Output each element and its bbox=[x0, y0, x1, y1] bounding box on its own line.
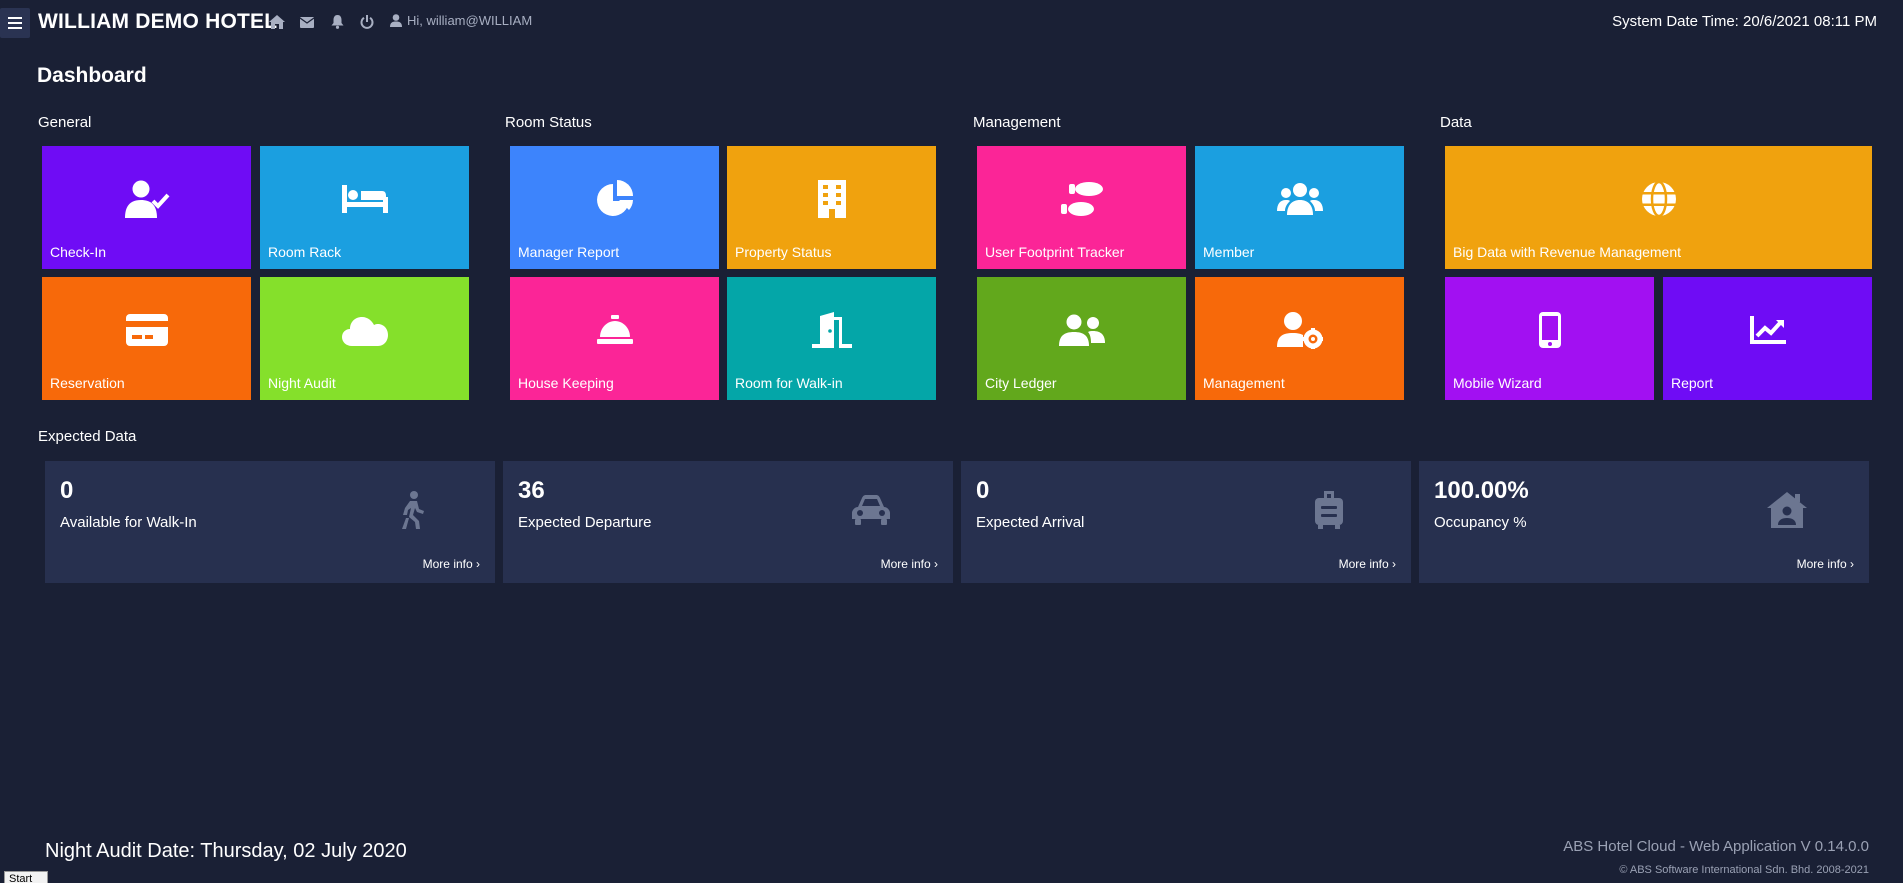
tile-label: Report bbox=[1671, 375, 1714, 391]
stat-label: Expected Arrival bbox=[976, 514, 1085, 531]
tile-label: Check-In bbox=[50, 244, 107, 260]
tile-house-keeping[interactable]: House Keeping bbox=[510, 277, 719, 400]
tile-label: Property Status bbox=[735, 244, 832, 260]
more-info-link[interactable]: More info › bbox=[423, 557, 480, 571]
stat-label: Available for Walk-In bbox=[60, 514, 197, 531]
tile-label: Room Rack bbox=[268, 244, 342, 260]
stat-card-occupancy: 100.00% Occupancy % More info › bbox=[1419, 461, 1869, 583]
tile-night-audit[interactable]: Night Audit bbox=[260, 277, 469, 400]
power-icon[interactable] bbox=[358, 13, 376, 31]
more-info-link[interactable]: More info › bbox=[1797, 557, 1854, 571]
building-icon bbox=[817, 180, 846, 218]
tile-label: Big Data with Revenue Management bbox=[1453, 244, 1682, 260]
tile-city-ledger[interactable]: City Ledger bbox=[977, 277, 1186, 400]
tile-big-data-revenue-management[interactable]: Big Data with Revenue Management bbox=[1445, 146, 1872, 269]
stat-card-expected-departure: 36 Expected Departure More info › bbox=[503, 461, 953, 583]
user-greeting: Hi, william@WILLIAM bbox=[407, 13, 533, 28]
tile-user-footprint-tracker[interactable]: User Footprint Tracker bbox=[977, 146, 1186, 269]
tile-report[interactable]: Report bbox=[1663, 277, 1872, 400]
stat-card-walk-in: 0 Available for Walk-In More info › bbox=[45, 461, 495, 583]
start-button[interactable]: Start bbox=[4, 871, 48, 883]
section-title-general: General bbox=[38, 114, 92, 131]
stat-value: 0 bbox=[60, 477, 74, 504]
tile-mobile-wizard[interactable]: Mobile Wizard bbox=[1445, 277, 1654, 400]
tile-label: Night Audit bbox=[268, 375, 336, 391]
suitcase-icon bbox=[1315, 491, 1343, 529]
mobile-icon bbox=[1538, 312, 1561, 348]
tile-label: Manager Report bbox=[518, 244, 620, 260]
credit-card-icon bbox=[125, 314, 168, 346]
tile-check-in[interactable]: Check-In bbox=[42, 146, 251, 269]
tile-room-rack[interactable]: Room Rack bbox=[260, 146, 469, 269]
stat-label: Expected Departure bbox=[518, 514, 652, 531]
car-icon bbox=[852, 495, 890, 525]
walking-icon bbox=[402, 491, 424, 529]
chart-line-icon bbox=[1749, 316, 1786, 344]
night-audit-date: Night Audit Date: Thursday, 02 July 2020 bbox=[45, 840, 407, 862]
door-open-icon bbox=[811, 312, 852, 348]
envelope-icon[interactable] bbox=[298, 13, 316, 31]
app-version: ABS Hotel Cloud - Web Application V 0.14… bbox=[1563, 838, 1869, 855]
user-friends-icon bbox=[1058, 314, 1105, 346]
concierge-bell-icon bbox=[596, 315, 633, 344]
hamburger-menu-button[interactable] bbox=[0, 8, 30, 38]
tile-property-status[interactable]: Property Status bbox=[727, 146, 936, 269]
users-icon bbox=[1276, 183, 1323, 215]
cloud-icon bbox=[341, 317, 388, 346]
menu-icon bbox=[8, 17, 22, 29]
house-user-icon bbox=[1767, 492, 1807, 528]
tile-label: User Footprint Tracker bbox=[985, 244, 1125, 260]
stat-value: 36 bbox=[518, 477, 545, 504]
hotel-name: WILLIAM DEMO HOTEL bbox=[38, 10, 278, 33]
globe-icon bbox=[1641, 181, 1676, 217]
tile-label: Room for Walk-in bbox=[735, 375, 843, 391]
pie-chart-icon bbox=[596, 180, 633, 216]
more-info-link[interactable]: More info › bbox=[1339, 557, 1396, 571]
more-info-link[interactable]: More info › bbox=[881, 557, 938, 571]
copyright: © ABS Software International Sdn. Bhd. 2… bbox=[1619, 864, 1869, 876]
stat-card-expected-arrival: 0 Expected Arrival More info › bbox=[961, 461, 1411, 583]
tile-reservation[interactable]: Reservation bbox=[42, 277, 251, 400]
tile-member[interactable]: Member bbox=[1195, 146, 1404, 269]
tile-label: Management bbox=[1203, 375, 1285, 391]
tile-management[interactable]: Management bbox=[1195, 277, 1404, 400]
tile-label: Reservation bbox=[50, 375, 125, 391]
tile-label: City Ledger bbox=[985, 375, 1057, 391]
tile-label: House Keeping bbox=[518, 375, 614, 391]
user-icon bbox=[390, 14, 402, 27]
stat-value: 0 bbox=[976, 477, 990, 504]
tile-room-for-walk-in[interactable]: Room for Walk-in bbox=[727, 277, 936, 400]
bell-icon[interactable] bbox=[328, 13, 346, 31]
user-menu[interactable]: Hi, william@WILLIAM bbox=[390, 13, 532, 28]
top-navbar: WILLIAM DEMO HOTEL Hi, william@WILLIAM S… bbox=[0, 0, 1903, 44]
section-title-room-status: Room Status bbox=[505, 114, 592, 131]
page-title: Dashboard bbox=[37, 64, 147, 87]
stat-label: Occupancy % bbox=[1434, 514, 1527, 531]
home-icon[interactable] bbox=[268, 13, 286, 31]
expected-data-title: Expected Data bbox=[38, 428, 137, 445]
system-date-time: System Date Time: 20/6/2021 08:11 PM bbox=[1612, 13, 1877, 30]
tile-manager-report[interactable]: Manager Report bbox=[510, 146, 719, 269]
user-cog-icon bbox=[1276, 312, 1323, 349]
section-title-data: Data bbox=[1440, 114, 1472, 131]
bed-icon bbox=[341, 185, 388, 213]
footprints-icon bbox=[1060, 182, 1103, 216]
user-check-icon bbox=[124, 180, 169, 218]
tile-label: Mobile Wizard bbox=[1453, 375, 1542, 391]
tile-label: Member bbox=[1203, 244, 1255, 260]
section-title-management: Management bbox=[973, 114, 1061, 131]
stat-value: 100.00% bbox=[1434, 477, 1529, 504]
